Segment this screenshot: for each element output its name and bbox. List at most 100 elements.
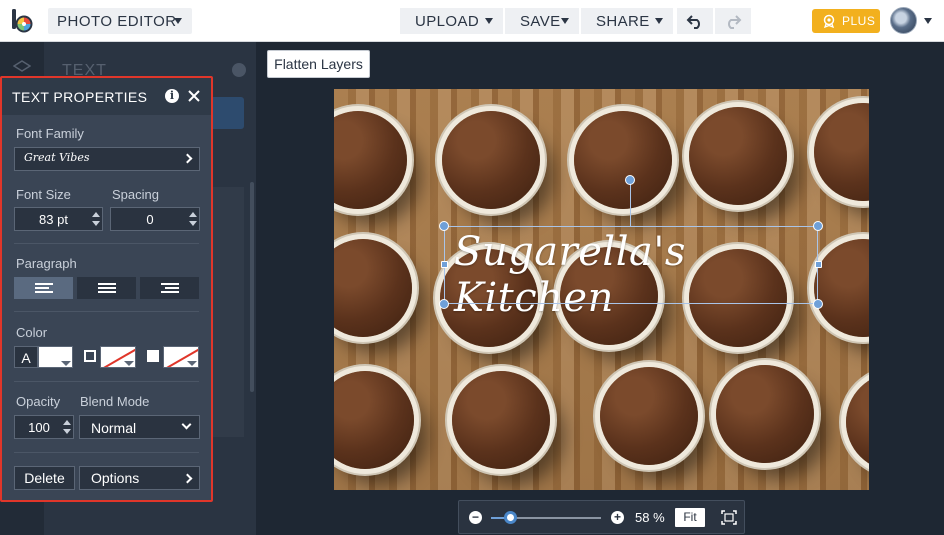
font-size-label: Font Size — [16, 187, 71, 202]
background-color-swatch[interactable] — [163, 346, 199, 368]
cupcake — [452, 371, 550, 469]
cupcake — [846, 373, 869, 471]
cupcake — [814, 103, 869, 201]
cupcake — [574, 111, 672, 209]
align-left-button[interactable] — [14, 277, 73, 299]
cupcake — [442, 111, 540, 209]
photo-editor-label: PHOTO EDITOR — [57, 12, 177, 30]
blend-mode-select[interactable]: Normal — [79, 415, 200, 439]
resize-handle-bottom-left[interactable] — [439, 299, 449, 309]
info-icon[interactable]: i — [165, 89, 179, 103]
background-square-icon — [147, 350, 159, 362]
font-family-value: Great Vibes — [24, 151, 90, 164]
opacity-label: Opacity — [16, 394, 61, 409]
plus-upgrade-button[interactable]: PLUS — [812, 9, 880, 33]
fullscreen-icon[interactable] — [721, 510, 737, 525]
redo-button[interactable] — [715, 8, 751, 34]
font-size-value: 83 pt — [39, 212, 68, 227]
color-label: Color — [16, 325, 48, 340]
stroke-color-swatch[interactable] — [100, 346, 136, 368]
align-center-icon — [97, 283, 116, 293]
fit-button[interactable]: Fit — [675, 508, 705, 527]
paragraph-label: Paragraph — [16, 256, 77, 271]
align-left-icon — [34, 283, 53, 293]
options-button[interactable]: Options — [79, 466, 200, 490]
text-selection-box[interactable] — [444, 226, 818, 304]
flatten-layers-label: Flatten Layers — [274, 56, 363, 72]
font-size-stepper-icon[interactable] — [92, 211, 100, 227]
font-size-input[interactable]: 83 pt — [14, 207, 103, 231]
align-right-button[interactable] — [140, 277, 199, 299]
zoom-out-icon[interactable]: − — [469, 511, 482, 524]
align-center-button[interactable] — [77, 277, 136, 299]
plus-badge-icon — [823, 14, 835, 28]
panel-header: TEXT PROPERTIES i — [2, 78, 211, 115]
flatten-layers-button[interactable]: Flatten Layers — [267, 50, 370, 78]
spacing-stepper-icon[interactable] — [189, 211, 197, 227]
menu-label: SAVE — [520, 12, 561, 30]
text-color-swatch[interactable] — [38, 346, 73, 368]
spacing-label: Spacing — [112, 187, 159, 202]
history-controls — [677, 8, 751, 34]
swatch-dropdown-icon — [124, 361, 134, 366]
plus-label: PLUS — [842, 14, 876, 28]
avatar-caret-down-icon[interactable] — [924, 18, 932, 24]
cupcake — [689, 107, 787, 205]
divider — [14, 311, 199, 312]
chevron-right-icon — [182, 153, 193, 164]
divider — [14, 452, 199, 453]
upload-menu-button[interactable]: UPLOAD — [400, 8, 503, 34]
menu-label: UPLOAD — [415, 12, 480, 30]
user-avatar[interactable] — [890, 7, 917, 34]
photo-editor-menu-button[interactable]: PHOTO EDITOR — [48, 8, 192, 34]
menu-label: SHARE — [596, 12, 650, 30]
options-label: Options — [91, 470, 140, 486]
sidebar-scrollbar[interactable] — [250, 182, 254, 392]
caret-down-icon — [485, 18, 493, 24]
font-family-selector[interactable]: Great Vibes — [14, 147, 200, 171]
zoom-slider-handle[interactable] — [504, 511, 517, 524]
text-properties-panel: TEXT PROPERTIES i Font Family Great Vibe… — [0, 76, 213, 502]
app-logo-icon[interactable] — [12, 9, 34, 33]
top-bar: PHOTO EDITOR UPLOAD SAVE SHARE PLUS — [0, 0, 944, 42]
close-icon[interactable] — [187, 89, 201, 103]
spacing-value: 0 — [146, 212, 154, 227]
cupcake — [334, 239, 412, 337]
spacing-input[interactable]: 0 — [110, 207, 200, 231]
share-menu-button[interactable]: SHARE — [581, 8, 673, 34]
undo-button[interactable] — [677, 8, 713, 34]
swatch-dropdown-icon — [61, 361, 71, 366]
cupcake — [716, 365, 814, 463]
chevron-right-icon — [182, 473, 193, 484]
stroke-square-icon — [84, 350, 96, 362]
main-menu-group: UPLOAD SAVE SHARE — [400, 8, 673, 34]
resize-handle-right[interactable] — [815, 261, 822, 268]
text-color-a-icon: A — [14, 346, 38, 368]
chevron-down-icon — [181, 419, 192, 430]
resize-handle-bottom-right[interactable] — [813, 299, 823, 309]
rotate-handle[interactable] — [625, 175, 635, 185]
opacity-stepper-icon[interactable] — [63, 419, 71, 435]
zoom-in-icon[interactable]: + — [611, 511, 624, 524]
swatch-dropdown-icon — [187, 361, 197, 366]
resize-handle-top-right[interactable] — [813, 221, 823, 231]
delete-button[interactable]: Delete — [14, 466, 75, 490]
font-family-label: Font Family — [16, 126, 84, 141]
sidebar-info-icon[interactable] — [232, 63, 246, 77]
zoom-value: 58 % — [635, 510, 665, 525]
divider — [14, 381, 199, 382]
opacity-input[interactable]: 100 — [14, 415, 74, 439]
layers-icon[interactable] — [13, 60, 31, 74]
resize-handle-top-left[interactable] — [439, 221, 449, 231]
cupcake — [814, 239, 869, 337]
caret-down-icon — [174, 18, 182, 24]
blend-mode-label: Blend Mode — [80, 394, 150, 409]
cupcake — [334, 111, 407, 209]
save-menu-button[interactable]: SAVE — [505, 8, 579, 34]
divider — [14, 243, 199, 244]
cupcake — [600, 367, 698, 465]
zoom-bar: − + 58 % Fit — [458, 500, 745, 534]
align-right-icon — [160, 283, 179, 293]
rotation-line — [630, 184, 631, 226]
resize-handle-left[interactable] — [441, 261, 448, 268]
